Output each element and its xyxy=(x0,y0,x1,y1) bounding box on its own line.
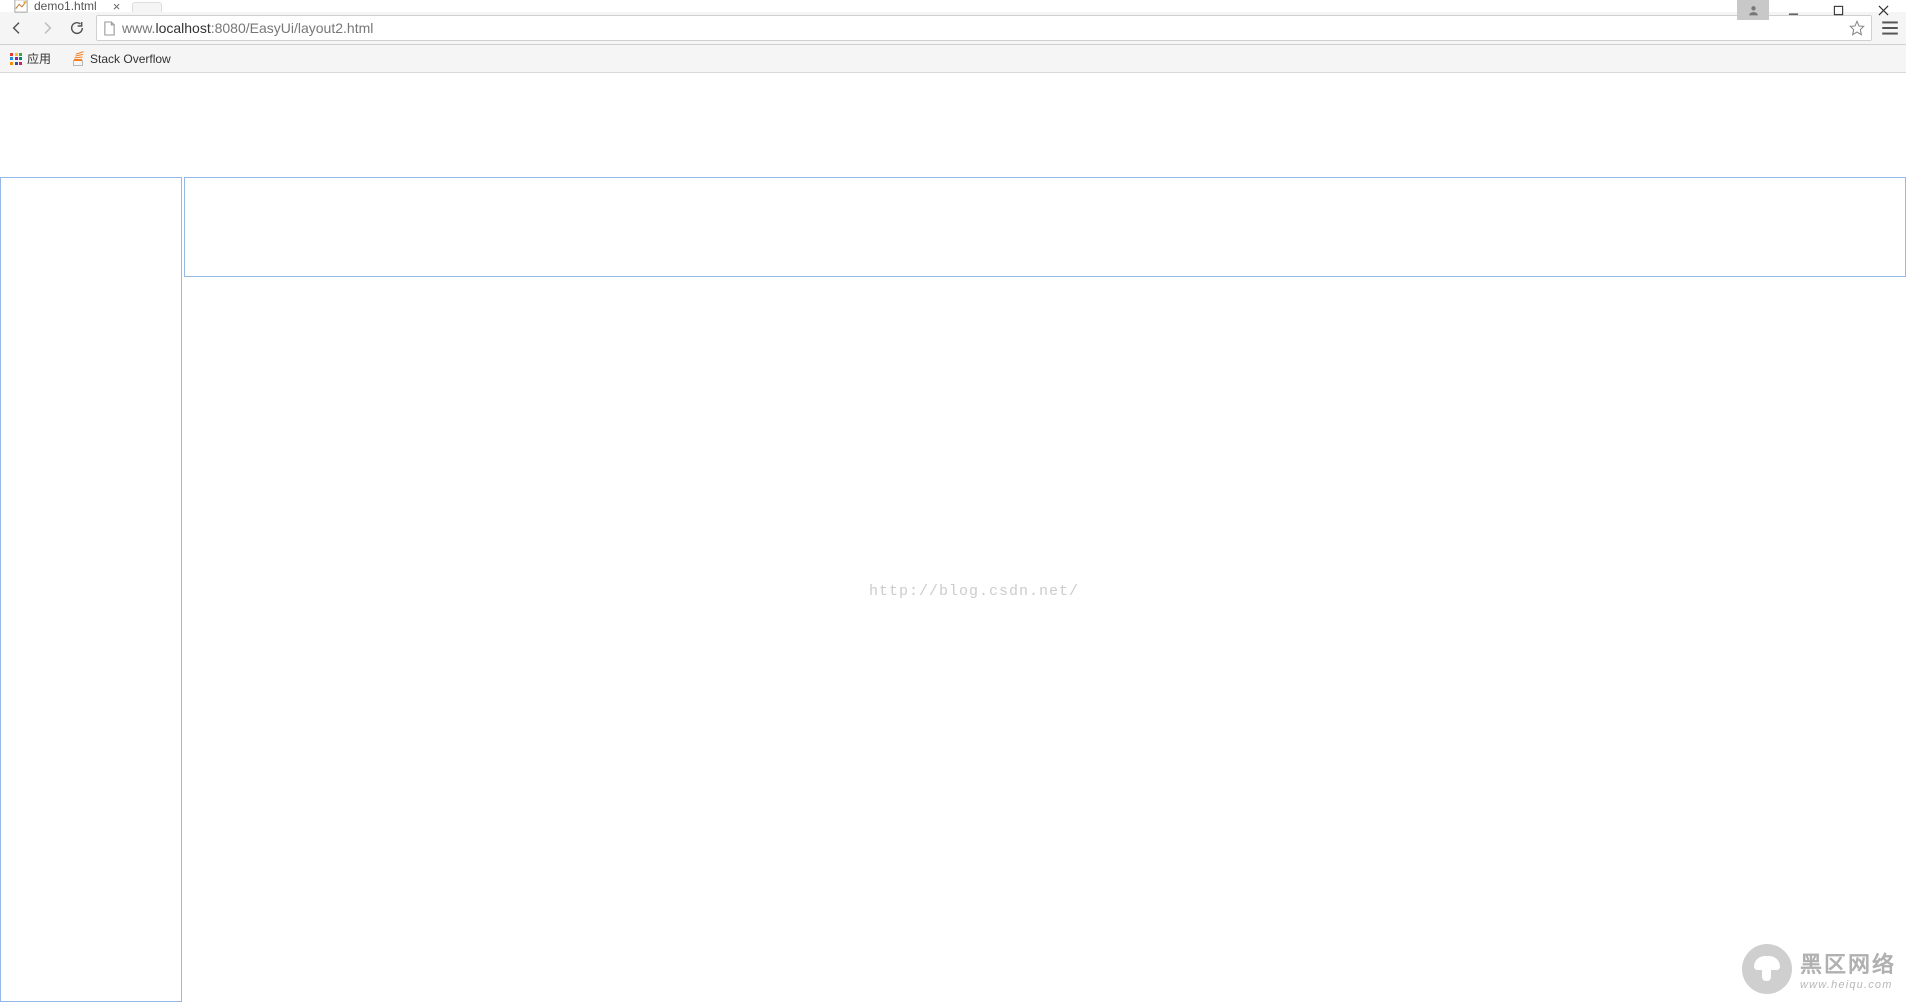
url-prefix: www. xyxy=(122,20,155,36)
close-window-button[interactable] xyxy=(1861,0,1906,20)
url-host: localhost xyxy=(155,20,210,36)
stack-overflow-icon xyxy=(71,52,85,66)
bookmarks-bar: 应用 Stack Overflow xyxy=(0,45,1906,73)
apps-label: 应用 xyxy=(27,50,51,67)
browser-tab[interactable]: demo1.html × xyxy=(8,0,128,12)
window-controls xyxy=(1737,0,1906,20)
watermark-logo: 黑区网络 www.heiqu.com xyxy=(1742,944,1896,994)
maximize-button[interactable] xyxy=(1816,0,1861,20)
tab-close-icon[interactable]: × xyxy=(113,0,121,14)
watermark-brand: 黑区网络 xyxy=(1800,947,1896,979)
watermark-domain: www.heiqu.com xyxy=(1800,979,1896,991)
address-bar[interactable]: www.localhost:8080/EasyUi/layout2.html xyxy=(96,15,1872,41)
profile-button[interactable] xyxy=(1737,0,1769,20)
bookmark-stack-overflow[interactable]: Stack Overflow xyxy=(67,49,175,69)
apps-bookmark[interactable]: 应用 xyxy=(6,47,55,70)
reload-button[interactable] xyxy=(66,17,88,39)
layout-north-panel xyxy=(184,177,1906,277)
page-viewport: http://blog.csdn.net/ 黑区网络 www.heiqu.com xyxy=(0,73,1906,1002)
bookmark-label: Stack Overflow xyxy=(90,52,171,66)
back-button[interactable] xyxy=(6,17,28,39)
tab-bar: demo1.html × xyxy=(0,0,1906,12)
watermark-url: http://blog.csdn.net/ xyxy=(869,583,1079,600)
forward-button[interactable] xyxy=(36,17,58,39)
url-path: :8080/EasyUi/layout2.html xyxy=(211,20,374,36)
tab-title: demo1.html xyxy=(34,0,97,13)
browser-menu-icon[interactable] xyxy=(1880,18,1900,38)
url-text[interactable]: www.localhost:8080/EasyUi/layout2.html xyxy=(122,20,1843,36)
apps-grid-icon xyxy=(10,53,22,65)
new-tab-button[interactable] xyxy=(132,2,162,12)
page-info-icon[interactable] xyxy=(103,21,116,36)
bookmark-star-icon[interactable] xyxy=(1849,20,1865,36)
watermark-logo-icon xyxy=(1742,944,1792,994)
tab-favicon-icon xyxy=(14,0,28,13)
layout-center-panel xyxy=(184,279,1906,1002)
browser-toolbar: www.localhost:8080/EasyUi/layout2.html xyxy=(0,12,1906,45)
minimize-button[interactable] xyxy=(1771,0,1816,20)
layout-west-panel xyxy=(0,177,182,1002)
